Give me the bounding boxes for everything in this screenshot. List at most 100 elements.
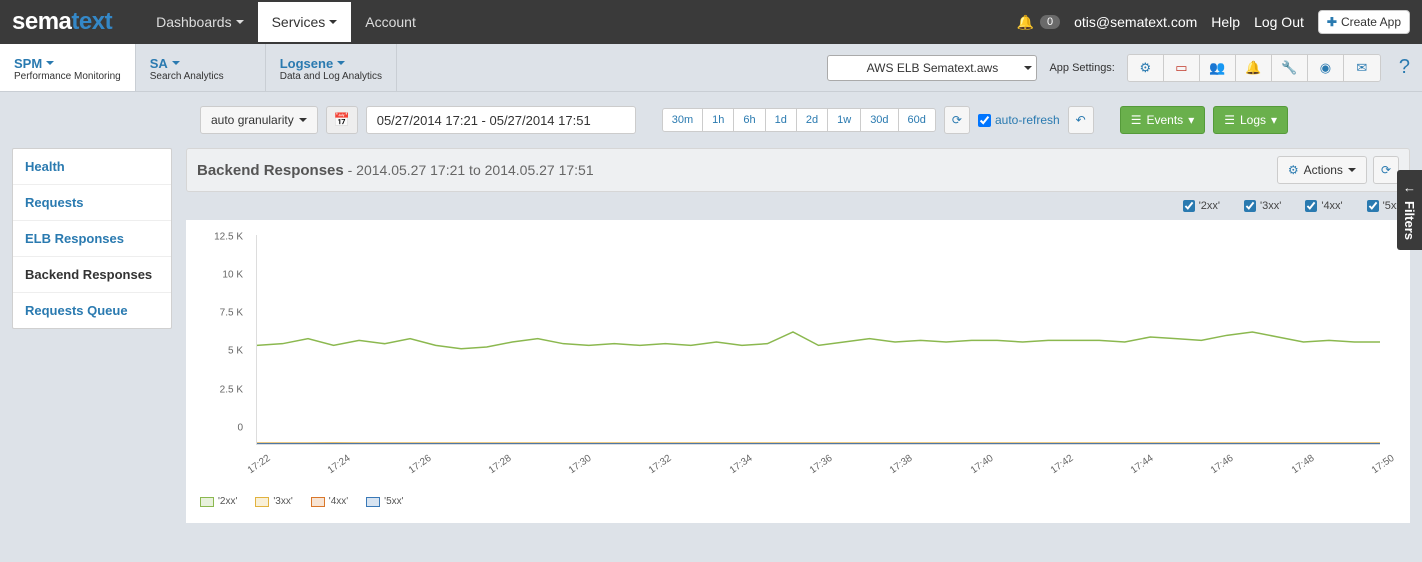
x-tick-label: 17:50 [1370,453,1397,476]
topnav-label: Services [272,14,326,30]
chevron-down-icon [1348,168,1356,172]
mail-icon[interactable]: ✉ [1344,55,1380,81]
user-email[interactable]: otis@sematext.com [1074,14,1197,30]
calendar-button[interactable]: 📅 [326,106,358,134]
y-tick-label: 2.5 K [220,384,243,395]
sidebar: HealthRequestsELB ResponsesBackend Respo… [12,148,172,329]
gear-icon[interactable]: ⚙ [1128,55,1164,81]
range-1d[interactable]: 1d [766,109,797,131]
logs-button[interactable]: ☰ Logs ▾ [1213,106,1288,134]
events-button[interactable]: ☰ Events ▾ [1120,106,1205,134]
filters-label: Filters [1402,201,1417,240]
range-30m[interactable]: 30m [663,109,703,131]
dashboard-icon[interactable]: ◉ [1308,55,1344,81]
range-1w[interactable]: 1w [828,109,861,131]
gear-icon: ⚙ [1288,163,1299,177]
sidebar-item-requests-queue[interactable]: Requests Queue [13,293,171,328]
chevron-down-icon [337,61,345,65]
topnav-item-services[interactable]: Services [258,2,352,42]
panel-title-text: Backend Responses [197,162,344,179]
help-link[interactable]: Help [1211,14,1240,30]
sidebar-item-health[interactable]: Health [13,149,171,185]
legend-label: '3xx' [273,496,292,507]
series-checkbox[interactable] [1305,200,1317,212]
topnav-label: Dashboards [156,14,232,30]
create-app-button[interactable]: ✚ Create App [1318,10,1410,34]
wrench-icon[interactable]: 🔧 [1272,55,1308,81]
actions-dropdown[interactable]: ⚙ Actions [1277,156,1367,184]
panel-title-range: - 2014.05.27 17:21 to 2014.05.27 17:51 [344,162,594,178]
panel-refresh-button[interactable]: ⟳ [1373,156,1399,184]
x-tick-label: 17:40 [968,453,995,476]
subnav-title: Logsene [280,56,382,71]
auto-refresh-checkbox[interactable] [978,114,991,127]
chevron-down-icon [46,61,54,65]
chevron-down-icon: ▾ [1188,113,1194,127]
legend-label: '5xx' [384,496,403,507]
panel-header: Backend Responses - 2014.05.27 17:21 to … [186,148,1410,192]
series-toggle-4xx[interactable]: '4xx' [1305,200,1342,212]
y-tick-label: 12.5 K [214,231,243,242]
panel-title: Backend Responses - 2014.05.27 17:21 to … [197,162,594,179]
subnav-tab-logsene[interactable]: Logsene Data and Log Analytics [266,44,397,91]
chevron-down-icon: ▾ [1271,113,1277,127]
app-selector[interactable]: AWS ELB Sematext.aws [827,55,1037,81]
chevron-down-icon [299,118,307,122]
subnav-subtitle: Data and Log Analytics [280,71,382,82]
users-icon[interactable]: 👥 [1200,55,1236,81]
series-toggle-3xx[interactable]: '3xx' [1244,200,1281,212]
notifications[interactable]: 🔔 0 [1017,14,1061,31]
sidebar-item-requests[interactable]: Requests [13,185,171,221]
chart-container: 02.5 K5 K7.5 K10 K12.5 K 17:2217:2417:26… [186,220,1410,523]
subnav-tab-spm[interactable]: SPM Performance Monitoring [0,44,136,91]
series-checkbox[interactable] [1244,200,1256,212]
subnav-title: SA [150,56,251,71]
logs-label: Logs [1240,113,1266,127]
app-settings-label: App Settings: [1049,62,1114,74]
granularity-select[interactable]: auto granularity [200,106,318,134]
y-tick-label: 0 [237,422,243,433]
topnav-item-account[interactable]: Account [351,2,430,42]
subnav-tab-sa[interactable]: SA Search Analytics [136,44,266,91]
app-selected-label: AWS ELB Sematext.aws [867,61,999,75]
y-tick-label: 5 K [228,346,243,357]
series-checkbox[interactable] [1183,200,1195,212]
sidebar-item-elb-responses[interactable]: ELB Responses [13,221,171,257]
refresh-button[interactable]: ⟳ [944,106,970,134]
legend-swatch [255,497,269,507]
top-navbar: sematext DashboardsServicesAccount 🔔 0 o… [0,0,1422,44]
toolbar: auto granularity 📅 05/27/2014 17:21 - 05… [0,92,1422,148]
range-30d[interactable]: 30d [861,109,898,131]
legend-item-5xx: '5xx' [366,496,403,507]
list-icon: ☰ [1131,113,1142,127]
series-label: '3xx' [1260,200,1281,212]
logout-link[interactable]: Log Out [1254,14,1304,30]
undo-button[interactable]: ↶ [1068,106,1094,134]
topbar-right: 🔔 0 otis@sematext.com Help Log Out ✚ Cre… [1017,10,1410,34]
date-range-text: 05/27/2014 17:21 - 05/27/2014 17:51 [377,113,591,128]
arrow-left-icon: ← [1403,180,1416,195]
series-checkbox[interactable] [1367,200,1379,212]
range-60d[interactable]: 60d [899,109,935,131]
topnav-item-dashboards[interactable]: Dashboards [142,2,258,42]
help-icon[interactable]: ? [1399,56,1410,79]
y-tick-label: 10 K [222,270,243,281]
range-1h[interactable]: 1h [703,109,734,131]
chevron-down-icon [329,20,337,24]
quick-range-buttons: 30m1h6h1d2d1w30d60d [662,108,936,132]
card-icon[interactable]: ▭ [1164,55,1200,81]
series-toggle-2xx[interactable]: '2xx' [1183,200,1220,212]
date-range-input[interactable]: 05/27/2014 17:21 - 05/27/2014 17:51 [366,106,636,134]
y-axis: 02.5 K5 K7.5 K10 K12.5 K [196,230,251,460]
range-6h[interactable]: 6h [734,109,765,131]
x-tick-label: 17:28 [487,453,514,476]
bell-settings-icon[interactable]: 🔔 [1236,55,1272,81]
auto-refresh-toggle[interactable]: auto-refresh [978,113,1060,127]
range-2d[interactable]: 2d [797,109,828,131]
x-tick-label: 17:42 [1049,453,1076,476]
sidebar-item-backend-responses[interactable]: Backend Responses [13,257,171,293]
legend-swatch [200,497,214,507]
legend-label: '2xx' [218,496,237,507]
filters-tab[interactable]: ← Filters [1397,170,1422,250]
chevron-down-icon [236,20,244,24]
